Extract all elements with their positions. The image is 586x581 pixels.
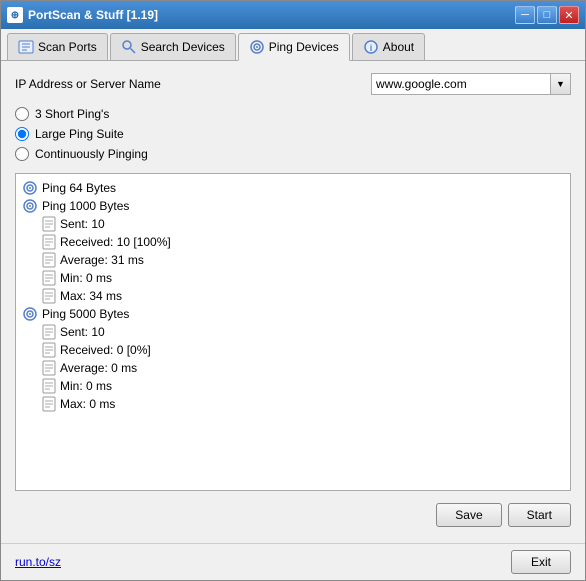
doc-icon [42,342,56,358]
tab-scan-ports-label: Scan Ports [38,40,97,54]
ip-input[interactable] [372,77,550,91]
result-text: Received: 0 [0%] [60,343,151,357]
result-text: Sent: 10 [60,325,105,339]
ping-devices-icon [249,39,265,55]
result-item: Sent: 10 [22,324,564,340]
tab-bar: Scan Ports Search Devices Ping Devices [1,29,585,61]
ip-dropdown-button[interactable]: ▼ [550,74,570,94]
maximize-button[interactable]: □ [537,6,557,24]
footer: run.to/sz Exit [1,543,585,580]
result-item: Max: 34 ms [22,288,564,304]
result-text: Average: 0 ms [60,361,137,375]
save-button[interactable]: Save [436,503,501,527]
doc-icon [42,270,56,286]
search-devices-icon [121,39,137,55]
ip-row: IP Address or Server Name ▼ [15,73,571,95]
ip-combo[interactable]: ▼ [371,73,571,95]
ping-icon [22,198,38,214]
doc-icon [42,378,56,394]
exit-button[interactable]: Exit [511,550,571,574]
radio-large-ping[interactable]: Large Ping Suite [15,127,571,141]
radio-large-ping-input[interactable] [15,127,29,141]
bottom-row: Save Start [15,499,571,531]
results-box: Ping 64 Bytes Ping 1000 Bytes Sent: 10 R… [15,173,571,491]
doc-icon [42,360,56,376]
result-text: Min: 0 ms [60,271,112,285]
footer-link[interactable]: run.to/sz [15,555,61,569]
main-content: IP Address or Server Name ▼ 3 Short Ping… [1,61,585,543]
title-bar-left: ⊕ PortScan & Stuff [1.19] [7,7,158,23]
tab-search-devices[interactable]: Search Devices [110,33,236,60]
radio-short-ping-input[interactable] [15,107,29,121]
radio-continuous-ping[interactable]: Continuously Pinging [15,147,571,161]
result-text: Ping 5000 Bytes [42,307,129,321]
tab-scan-ports[interactable]: Scan Ports [7,33,108,60]
tab-about-label: About [383,40,414,54]
doc-icon [42,234,56,250]
result-item: Average: 31 ms [22,252,564,268]
svg-text:i: i [370,43,373,53]
result-text: Max: 0 ms [60,397,115,411]
result-text: Sent: 10 [60,217,105,231]
result-text: Average: 31 ms [60,253,144,267]
result-item: Average: 0 ms [22,360,564,376]
tab-ping-devices-label: Ping Devices [269,40,339,54]
result-item: Received: 10 [100%] [22,234,564,250]
result-item: Min: 0 ms [22,270,564,286]
result-item: Ping 1000 Bytes [22,198,564,214]
result-item: Sent: 10 [22,216,564,232]
doc-icon [42,216,56,232]
radio-short-ping[interactable]: 3 Short Ping's [15,107,571,121]
app-icon: ⊕ [7,7,23,23]
title-bar-buttons: ─ □ ✕ [515,6,579,24]
scan-ports-icon [18,39,34,55]
ping-icon [22,306,38,322]
tab-ping-devices[interactable]: Ping Devices [238,33,350,61]
doc-icon [42,288,56,304]
doc-icon [42,324,56,340]
radio-continuous-ping-input[interactable] [15,147,29,161]
result-item: Min: 0 ms [22,378,564,394]
result-item: Received: 0 [0%] [22,342,564,358]
radio-continuous-ping-label: Continuously Pinging [35,147,148,161]
radio-group: 3 Short Ping's Large Ping Suite Continuo… [15,103,571,165]
doc-icon [42,252,56,268]
tab-search-devices-label: Search Devices [141,40,225,54]
start-button[interactable]: Start [508,503,571,527]
result-text: Received: 10 [100%] [60,235,171,249]
result-text: Min: 0 ms [60,379,112,393]
result-item: Max: 0 ms [22,396,564,412]
result-text: Ping 1000 Bytes [42,199,129,213]
result-item: Ping 64 Bytes [22,180,564,196]
title-bar: ⊕ PortScan & Stuff [1.19] ─ □ ✕ [1,1,585,29]
minimize-button[interactable]: ─ [515,6,535,24]
about-icon: i [363,39,379,55]
window-title: PortScan & Stuff [1.19] [28,8,158,22]
radio-short-ping-label: 3 Short Ping's [35,107,109,121]
result-text: Ping 64 Bytes [42,181,116,195]
result-item: Ping 5000 Bytes [22,306,564,322]
result-text: Max: 34 ms [60,289,122,303]
radio-large-ping-label: Large Ping Suite [35,127,124,141]
doc-icon [42,396,56,412]
tab-about[interactable]: i About [352,33,425,60]
ip-label: IP Address or Server Name [15,77,161,91]
close-button[interactable]: ✕ [559,6,579,24]
ping-icon [22,180,38,196]
main-window: ⊕ PortScan & Stuff [1.19] ─ □ ✕ Scan Por… [0,0,586,581]
